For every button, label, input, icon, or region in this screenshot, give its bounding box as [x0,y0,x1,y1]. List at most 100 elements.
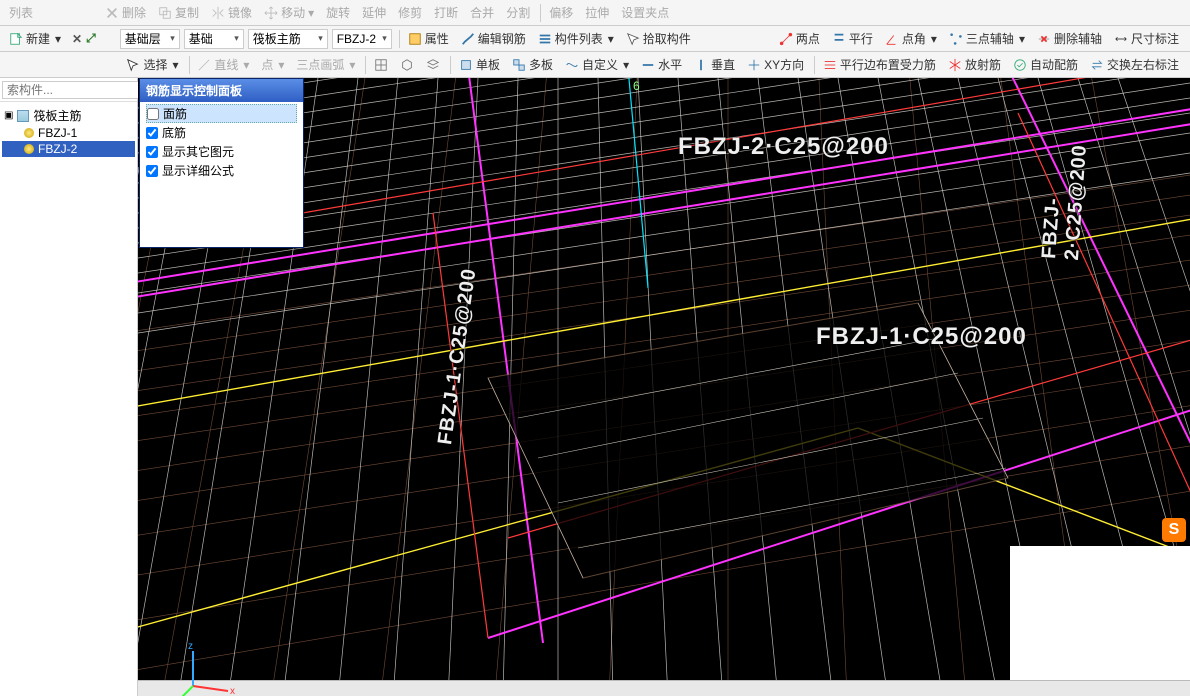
horizontal-button[interactable]: 水平 [636,54,687,75]
checkbox-bottom-rebar[interactable] [146,127,158,139]
mode-btn-3[interactable] [421,56,445,74]
panel-row-label: 显示详细公式 [162,162,234,179]
component-list-button[interactable]: 构件列表▾ [533,28,619,49]
layer-dropdown-1[interactable]: 基础层▾ [120,29,180,49]
sidebar: ▣ 筏板主筋 FBZJ-1 FBZJ-2 [0,78,138,696]
copy-icon [158,6,172,20]
panel-row-label: 面筋 [163,105,187,122]
close-x-button[interactable]: ✕ [72,32,82,46]
panel-row-label: 底筋 [162,124,186,141]
new-icon [9,32,23,46]
vertical-button[interactable]: 垂直 [689,54,740,75]
rebar-icon [461,32,475,46]
sidebar-search [0,78,137,102]
toolbar-mid: 新建▾ ✕ ⤢ 基础层▾ 基础▾ 筏板主筋▾ FBZJ-2▾ 属性 编辑钢筋 构… [0,26,1190,52]
tree-item-label: FBZJ-2 [38,142,77,156]
split-button[interactable]: 分割 [501,2,535,23]
xy-icon [747,58,761,72]
pick-icon [626,32,640,46]
custom-icon [565,58,579,72]
arc-button[interactable]: 三点画弧▾ [291,54,360,75]
setgrip-button[interactable]: 设置夹点 [616,2,674,23]
radial-icon [948,58,962,72]
point-button[interactable]: 点▾ [256,54,289,75]
merge-button[interactable]: 合并 [465,2,499,23]
extend-button[interactable]: 延伸 [357,2,391,23]
pick-component-button[interactable]: 拾取构件 [621,28,696,49]
new-button[interactable]: 新建▾ [4,28,66,49]
mirror-icon [211,6,225,20]
component-tree: ▣ 筏板主筋 FBZJ-1 FBZJ-2 [0,102,137,161]
move-icon [264,6,278,20]
break-button[interactable]: 打断 [429,2,463,23]
tree-item-fbzj2[interactable]: FBZJ-2 [2,141,135,157]
mode-btn-2[interactable] [395,56,419,74]
tree-root[interactable]: ▣ 筏板主筋 [2,106,135,125]
auto-icon [1013,58,1027,72]
checkbox-show-other[interactable] [146,146,158,158]
properties-button[interactable]: 属性 [403,28,454,49]
cursor-icon [126,58,140,72]
panel-row-other[interactable]: 显示其它图元 [146,142,297,161]
xy-button[interactable]: XY方向 [742,54,809,75]
stretch-button[interactable]: 拉伸 [580,2,614,23]
dimension-button[interactable]: 尺寸标注 [1109,28,1184,49]
panel-title: 钢筋显示控制面板 [140,79,303,102]
offset-button[interactable]: 偏移 [544,2,578,23]
parallel-edge-button[interactable]: 平行边布置受力筋 [818,54,941,75]
copy-button[interactable]: 复制 [153,2,204,23]
tree-root-label: 筏板主筋 [33,107,81,124]
parallel-button[interactable]: 平行 [827,28,878,49]
scrollbar-horizontal[interactable] [138,680,1190,696]
rotate-button[interactable]: 旋转 [321,2,355,23]
tab-list[interactable]: 列表 [4,2,38,23]
two-point-button[interactable]: 两点 [774,28,825,49]
move-button[interactable]: 移动▾ [259,2,319,23]
angle-icon [885,32,899,46]
expand-button[interactable]: ⤢ [86,31,96,46]
trim-button[interactable]: 修剪 [393,2,427,23]
select-button[interactable]: 选择▾ [121,54,183,75]
delete-axis-button[interactable]: 删除辅轴 [1032,28,1107,49]
rebar-label-1: FBZJ-2·C25@200 [678,133,889,161]
layer-dropdown-3[interactable]: 筏板主筋▾ [248,29,328,49]
single-icon [459,58,473,72]
delaxis-icon [1037,32,1051,46]
layer-dropdown-2[interactable]: 基础▾ [184,29,244,49]
dim-icon [1114,32,1128,46]
list-icon [538,32,552,46]
ruler-tick: 6 [633,79,640,93]
mode-btn-1[interactable] [369,56,393,74]
vert-icon [694,58,708,72]
checkbox-face-rebar[interactable] [147,108,159,120]
line-icon [197,58,211,72]
checkbox-show-formula[interactable] [146,165,158,177]
multi-plate-button[interactable]: 多板 [507,54,558,75]
panel-row-formula[interactable]: 显示详细公式 [146,161,297,180]
radial-button[interactable]: 放射筋 [943,54,1006,75]
horiz-icon [641,58,655,72]
tree-item-fbzj1[interactable]: FBZJ-1 [2,125,135,141]
layer-dropdown-4[interactable]: FBZJ-2▾ [332,29,392,49]
delete-button[interactable]: 删除 [100,2,151,23]
swap-button[interactable]: 交换左右标注 [1085,54,1184,75]
line-button[interactable]: 直线▾ [192,54,254,75]
multi-icon [512,58,526,72]
single-plate-button[interactable]: 单板 [454,54,505,75]
panel-row-top[interactable]: 面筋 [146,104,297,123]
delete-icon [105,6,119,20]
threept-axis-button[interactable]: 三点辅轴▾ [944,28,1030,49]
two-point-icon [779,32,793,46]
panel-row-bottom[interactable]: 底筋 [146,123,297,142]
edit-rebar-button[interactable]: 编辑钢筋 [456,28,531,49]
sogou-ime-icon[interactable]: S [1162,518,1186,542]
leaf-icon [24,128,34,138]
point-angle-button[interactable]: 点角▾ [880,28,942,49]
rebar-label-2: FBZJ-1·C25@200 [816,323,1027,351]
mirror-button[interactable]: 镜像 [206,2,257,23]
panel-row-label: 显示其它图元 [162,143,234,160]
custom-button[interactable]: 自定义▾ [560,54,634,75]
auto-rebar-button[interactable]: 自动配筋 [1008,54,1083,75]
cube-icon [400,58,414,72]
folder-icon [17,110,29,122]
